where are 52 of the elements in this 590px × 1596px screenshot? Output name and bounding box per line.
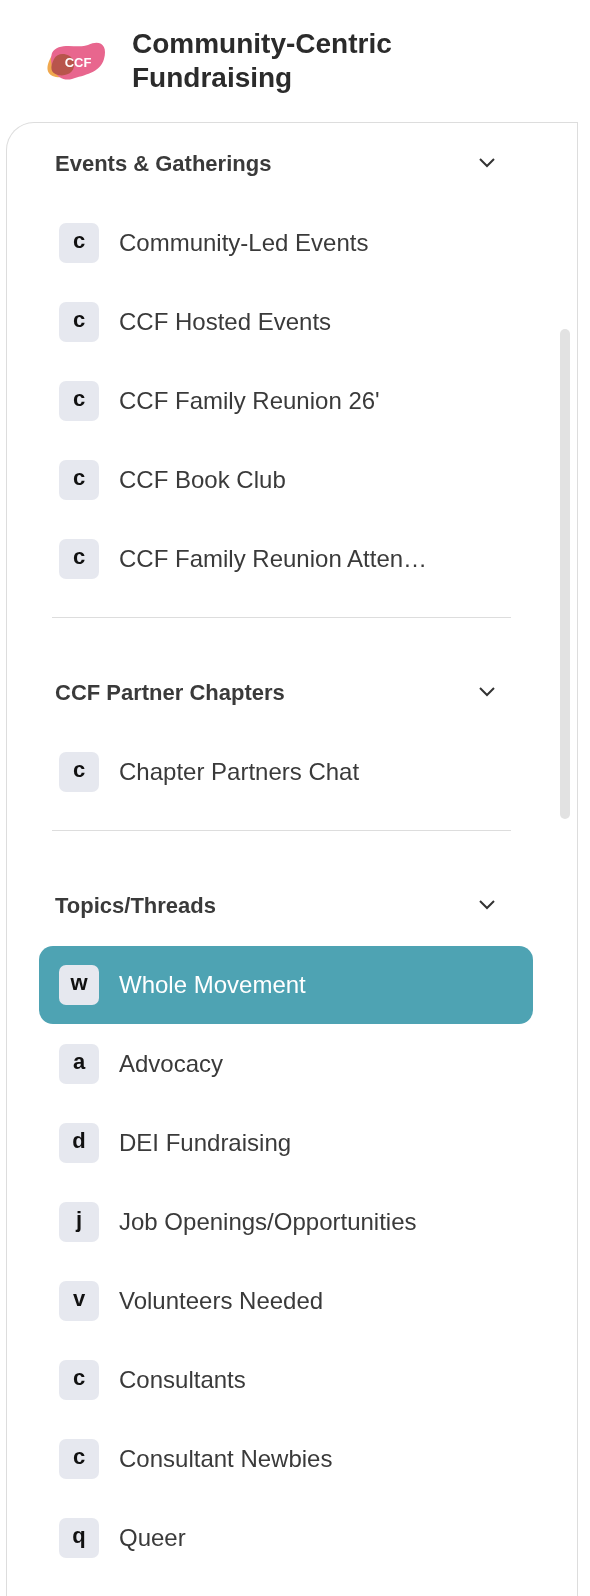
- channel-item[interactable]: c CCF Family Reunion Atten…: [39, 520, 533, 598]
- section-title: Events & Gatherings: [55, 149, 272, 178]
- channel-item[interactable]: c CCF Hosted Events: [39, 283, 533, 361]
- channel-item[interactable]: w Whole Movement: [39, 946, 533, 1024]
- chevron-down-icon[interactable]: [477, 157, 497, 169]
- channel-label: CCF Family Reunion Atten…: [119, 544, 428, 574]
- channel-label: Chapter Partners Chat: [119, 757, 360, 787]
- channel-letter-icon: c: [59, 381, 99, 421]
- channel-label: Job Openings/Opportunities: [119, 1207, 417, 1237]
- channel-item[interactable]: d DEI Fundraising: [39, 1104, 533, 1182]
- channel-letter-icon: c: [59, 1360, 99, 1400]
- channel-letter-icon: d: [59, 1123, 99, 1163]
- channel-letter-icon: c: [59, 302, 99, 342]
- logo-text: CCF: [64, 55, 92, 70]
- channel-label: Consultant Newbies: [119, 1444, 333, 1474]
- channel-label: CCF Hosted Events: [119, 307, 332, 337]
- channel-letter-icon: c: [59, 752, 99, 792]
- channel-letter-icon: a: [59, 1044, 99, 1084]
- channel-item[interactable]: c Consultant Newbies: [39, 1420, 533, 1498]
- channel-letter-icon: q: [59, 1518, 99, 1558]
- channel-label: Volunteers Needed: [119, 1286, 324, 1316]
- channel-letter-icon: c: [59, 460, 99, 500]
- channel-letter-icon: v: [59, 1281, 99, 1321]
- section-title: CCF Partner Chapters: [55, 678, 285, 707]
- chevron-down-icon[interactable]: [477, 686, 497, 698]
- channel-item[interactable]: v Volunteers Needed: [39, 1262, 533, 1340]
- channel-item[interactable]: c CCF Book Club: [39, 441, 533, 519]
- chevron-down-icon[interactable]: [477, 899, 497, 911]
- channel-label: CCF Family Reunion 26': [119, 386, 380, 416]
- channel-label: Queer: [119, 1523, 186, 1553]
- channel-letter-icon: c: [59, 1439, 99, 1479]
- channel-letter-icon: j: [59, 1202, 99, 1242]
- section-title: Topics/Threads: [55, 891, 216, 920]
- channel-item[interactable]: a Advocacy: [39, 1025, 533, 1103]
- channel-item[interactable]: c CCF Family Reunion 26': [39, 362, 533, 440]
- channel-item[interactable]: c Community-Led Events: [39, 204, 533, 282]
- app-title: Community-Centric Fundraising: [132, 27, 393, 95]
- channel-item[interactable]: j Job Openings/Opportunities: [39, 1183, 533, 1261]
- channel-label: Community-Led Events: [119, 228, 369, 258]
- channel-label: Whole Movement: [119, 970, 306, 1000]
- scrollbar[interactable]: [560, 329, 570, 819]
- channel-letter-icon: w: [59, 965, 99, 1005]
- channel-item[interactable]: q Queer: [39, 1499, 533, 1577]
- channel-label: Consultants: [119, 1365, 246, 1395]
- channel-label: CCF Book Club: [119, 465, 286, 495]
- logo-icon: [47, 42, 106, 80]
- channel-label: Advocacy: [119, 1049, 224, 1079]
- channel-letter-icon: c: [59, 223, 99, 263]
- channel-item[interactable]: c Chapter Partners Chat: [39, 733, 533, 811]
- channel-item[interactable]: c Consultants: [39, 1341, 533, 1419]
- channel-letter-icon: c: [59, 539, 99, 579]
- channel-label: DEI Fundraising: [119, 1128, 292, 1158]
